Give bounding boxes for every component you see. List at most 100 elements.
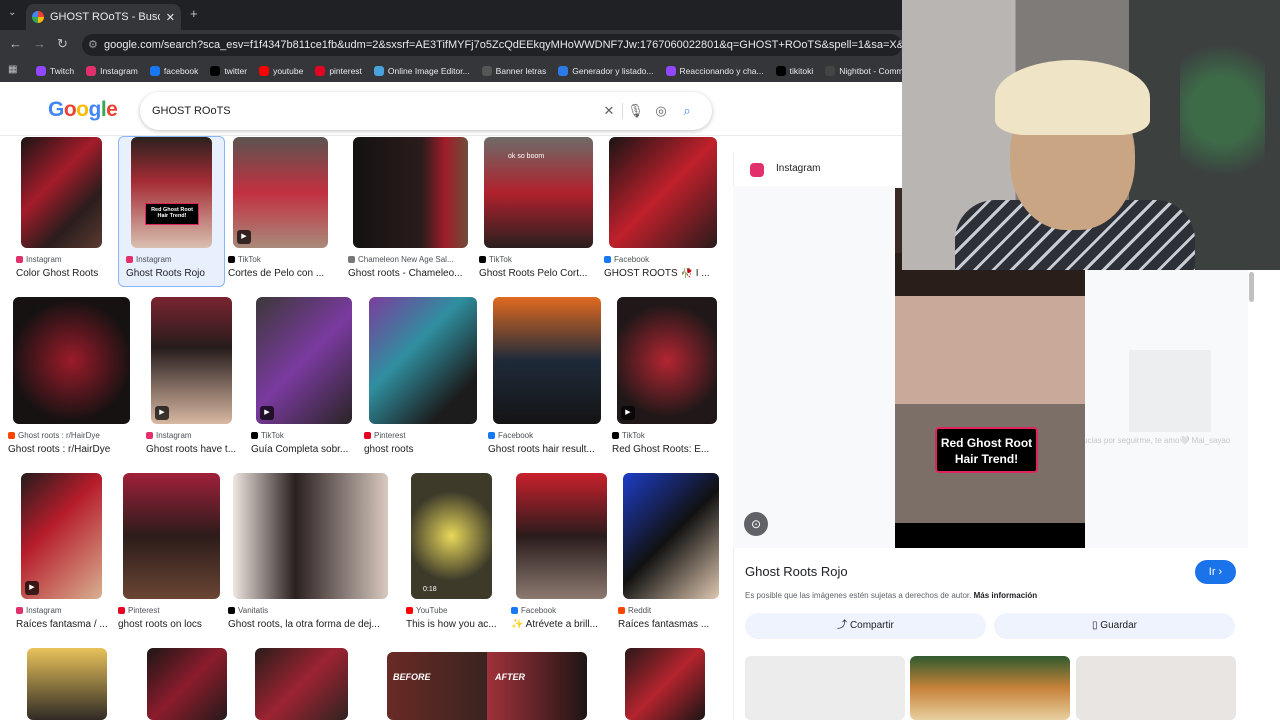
panel-scrollbar[interactable] — [1249, 272, 1254, 302]
result-image[interactable] — [147, 648, 227, 720]
result-source[interactable]: Facebook — [604, 255, 728, 264]
result-source[interactable]: Pinterest — [364, 431, 488, 440]
result-source[interactable]: Facebook — [488, 431, 612, 440]
panel-source[interactable]: Instagram — [776, 163, 820, 174]
result-image[interactable] — [493, 297, 601, 424]
source-name: Instagram — [26, 606, 62, 615]
browser-tab[interactable]: GHOST ROoTS - Buscar con Google ✕ — [26, 4, 181, 30]
result-image[interactable]: ▶ — [21, 473, 102, 599]
bookmark-item[interactable]: Generador y listado... — [558, 66, 654, 76]
result-title[interactable]: Ghost roots have t... — [146, 444, 243, 455]
result-image[interactable]: ok so boom — [484, 137, 593, 248]
result-image[interactable] — [21, 137, 102, 248]
more-info-link[interactable]: Más información — [974, 591, 1038, 600]
result-title[interactable]: Raíces fantasma / ... — [16, 619, 113, 630]
result-source[interactable]: TikTok — [228, 255, 339, 264]
microphone-icon[interactable]: 🎙 — [622, 103, 648, 119]
result-image[interactable] — [353, 137, 468, 248]
bookmark-item[interactable]: tikitoki — [775, 66, 813, 76]
result-image-before-after[interactable]: BEFORE AFTER — [387, 652, 587, 720]
result-source[interactable]: TikTok — [479, 255, 604, 264]
result-image[interactable] — [609, 137, 717, 248]
bookmark-item[interactable]: Twitch — [36, 66, 74, 76]
bookmark-item[interactable]: youtube — [259, 66, 303, 76]
bookmark-item[interactable]: Banner letras — [481, 66, 546, 76]
result-title[interactable]: Color Ghost Roots — [16, 268, 113, 279]
search-input[interactable]: GHOST ROoTS — [152, 105, 596, 117]
result-image[interactable] — [623, 473, 719, 599]
result-title[interactable]: Raíces fantasmas ... — [618, 619, 730, 630]
close-tab-icon[interactable]: ✕ — [166, 11, 175, 24]
result-source[interactable]: Facebook — [511, 606, 618, 615]
result-title[interactable]: Ghost Roots Rojo — [126, 268, 223, 279]
forward-icon[interactable]: → — [33, 36, 46, 51]
result-source[interactable]: Pinterest — [118, 606, 231, 615]
result-source[interactable]: Ghost roots : r/HairDye — [8, 431, 141, 440]
result-image[interactable]: ▶ — [233, 137, 328, 248]
result-source[interactable]: TikTok — [251, 431, 363, 440]
share-button[interactable]: ⤴ Compartir — [745, 613, 986, 639]
address-bar[interactable]: ⚙ google.com/search?sca_esv=f1f4347b811c… — [82, 34, 902, 56]
search-box[interactable]: GHOST ROoTS ✕ 🎙 ◎ ⌕ — [140, 92, 712, 130]
result-title[interactable]: Red Ghost Roots: E... — [612, 444, 728, 455]
site-info-icon[interactable]: ⚙ — [88, 34, 98, 56]
result-title[interactable]: ghost roots — [364, 444, 488, 455]
result-image[interactable] — [369, 297, 477, 424]
result-image[interactable] — [233, 473, 388, 599]
source-name: Pinterest — [374, 431, 406, 440]
result-image[interactable]: Red Ghost Root Hair Trend! — [131, 137, 212, 248]
result-title[interactable]: Guía Completa sobr... — [251, 444, 363, 455]
save-button[interactable]: ▯ Guardar — [994, 613, 1235, 639]
result-source[interactable]: YouTube — [406, 606, 503, 615]
bookmark-item[interactable]: twitter — [210, 66, 247, 76]
result-image[interactable]: ▶ — [151, 297, 232, 424]
bookmark-item[interactable]: facebook — [149, 66, 198, 76]
related-image[interactable] — [910, 656, 1070, 720]
bookmark-item[interactable]: Reaccionando y cha... — [665, 66, 764, 76]
result-title[interactable]: Ghost Roots Pelo Cort... — [479, 268, 604, 279]
result-image[interactable]: ▶ — [617, 297, 717, 424]
result-title[interactable]: Ghost roots - Chameleo... — [348, 268, 479, 279]
result-title[interactable]: ghost roots on locs — [118, 619, 231, 630]
result-title[interactable]: GHOST ROOTS 🥀 I ... — [604, 268, 728, 279]
lens-icon[interactable]: ◎ — [648, 103, 674, 119]
result-source[interactable]: Instagram — [126, 255, 223, 264]
apps-grid-icon[interactable]: ▦ — [8, 64, 17, 75]
result-image[interactable] — [255, 648, 348, 720]
result-image[interactable] — [123, 473, 220, 599]
result-image[interactable] — [516, 473, 607, 599]
search-icon[interactable]: ⌕ — [674, 103, 700, 119]
go-button[interactable]: Ir › — [1195, 560, 1236, 584]
related-image[interactable] — [745, 656, 905, 720]
result-source[interactable]: Instagram — [16, 606, 113, 615]
new-tab-icon[interactable]: + — [190, 6, 198, 21]
source-favicon-icon — [604, 256, 611, 263]
result-title[interactable]: ✨ Atrévete a brill... — [511, 619, 618, 630]
related-image[interactable] — [1076, 656, 1236, 720]
result-title[interactable]: Ghost roots, la otra forma de dej... — [228, 619, 399, 630]
tab-search-icon[interactable]: ⌄ — [8, 7, 16, 18]
result-image[interactable]: ▶ — [256, 297, 352, 424]
lens-search-icon[interactable]: ⊙ — [744, 512, 768, 536]
result-source[interactable]: TikTok — [612, 431, 728, 440]
result-title[interactable]: This is how you ac... — [406, 619, 503, 630]
result-source[interactable]: Vanitatis — [228, 606, 399, 615]
result-source[interactable]: Instagram — [16, 255, 113, 264]
result-title[interactable]: Cortes de Pelo con ... — [228, 268, 339, 279]
result-title[interactable]: Ghost roots : r/HairDye — [8, 444, 141, 455]
result-image[interactable] — [625, 648, 705, 720]
result-source[interactable]: Instagram — [146, 431, 243, 440]
result-title[interactable]: Ghost roots hair result... — [488, 444, 612, 455]
back-icon[interactable]: ← — [9, 36, 22, 51]
result-source[interactable]: Chameleon New Age Sal... — [348, 255, 479, 264]
bookmark-item[interactable]: Instagram — [86, 66, 138, 76]
bookmark-item[interactable]: Online Image Editor... — [373, 66, 470, 76]
result-image[interactable] — [27, 648, 107, 720]
google-logo[interactable]: Google — [48, 98, 118, 122]
clear-icon[interactable]: ✕ — [596, 103, 622, 119]
result-image[interactable]: 0:18 — [411, 473, 492, 599]
result-image[interactable] — [13, 297, 130, 424]
result-source[interactable]: Reddit — [618, 606, 730, 615]
bookmark-item[interactable]: pinterest — [315, 66, 362, 76]
reload-icon[interactable]: ↻ — [57, 36, 68, 52]
